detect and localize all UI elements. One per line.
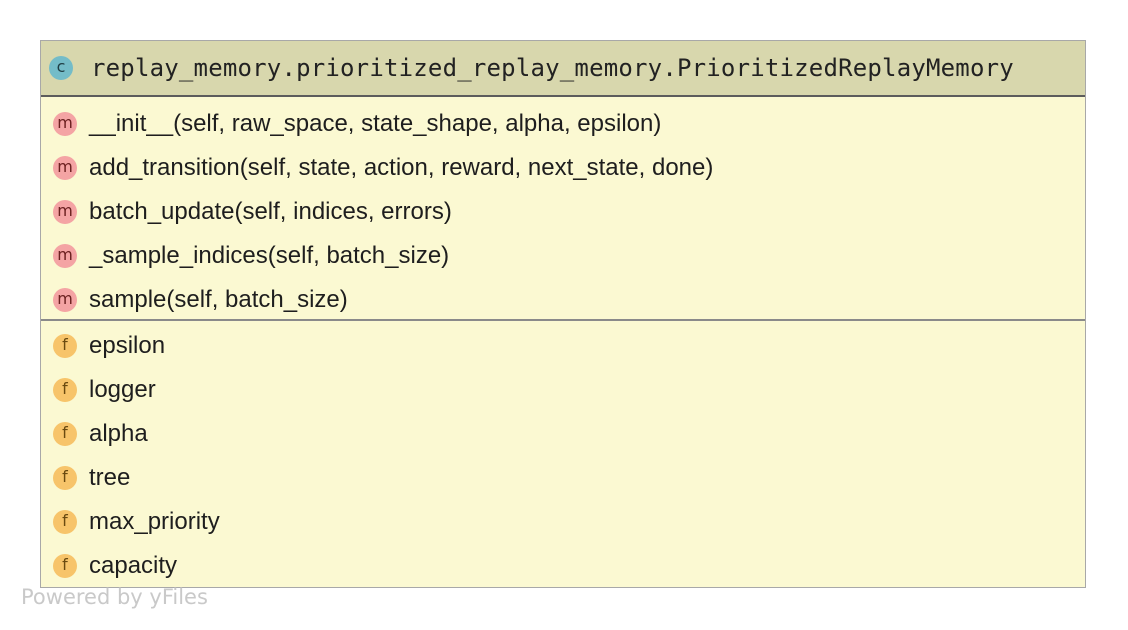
field-row[interactable]: f max_priority [41,500,1085,544]
method-icon: m [53,288,77,312]
class-icon: c [49,56,73,80]
field-name: alpha [89,420,148,447]
field-row[interactable]: f capacity [41,544,1085,588]
method-row[interactable]: m _sample_indices(self, batch_size) [41,234,1085,278]
methods-section: m __init__(self, raw_space, state_shape,… [41,97,1085,321]
method-icon: m [53,244,77,268]
field-row[interactable]: f alpha [41,412,1085,456]
field-icon: f [53,334,77,358]
field-name: capacity [89,552,178,579]
method-signature: add_transition(self, state, action, rewa… [89,154,714,181]
method-signature: sample(self, batch_size) [89,286,348,313]
field-row[interactable]: f logger [41,368,1085,412]
field-name: logger [89,376,156,403]
field-row[interactable]: f tree [41,456,1085,500]
powered-by-watermark: Powered by yFiles [21,585,208,609]
field-icon: f [53,466,77,490]
method-signature: _sample_indices(self, batch_size) [89,242,450,269]
method-signature: batch_update(self, indices, errors) [89,198,452,225]
method-icon: m [53,200,77,224]
field-name: max_priority [89,508,220,535]
field-name: epsilon [89,332,166,359]
field-icon: f [53,422,77,446]
method-row[interactable]: m sample(self, batch_size) [41,278,1085,322]
field-name: tree [89,464,131,491]
method-icon: m [53,112,77,136]
field-row[interactable]: f epsilon [41,324,1085,368]
method-row[interactable]: m __init__(self, raw_space, state_shape,… [41,102,1085,146]
method-row[interactable]: m batch_update(self, indices, errors) [41,190,1085,234]
fields-section: f epsilon f logger f alpha f tree f max_… [41,321,1085,588]
field-icon: f [53,378,77,402]
method-icon: m [53,156,77,180]
field-icon: f [53,510,77,534]
class-title: replay_memory.prioritized_replay_memory.… [91,54,1014,82]
class-header[interactable]: c replay_memory.prioritized_replay_memor… [41,41,1085,97]
method-row[interactable]: m add_transition(self, state, action, re… [41,146,1085,190]
method-signature: __init__(self, raw_space, state_shape, a… [89,110,662,137]
uml-class-node[interactable]: c replay_memory.prioritized_replay_memor… [40,40,1086,588]
field-icon: f [53,554,77,578]
